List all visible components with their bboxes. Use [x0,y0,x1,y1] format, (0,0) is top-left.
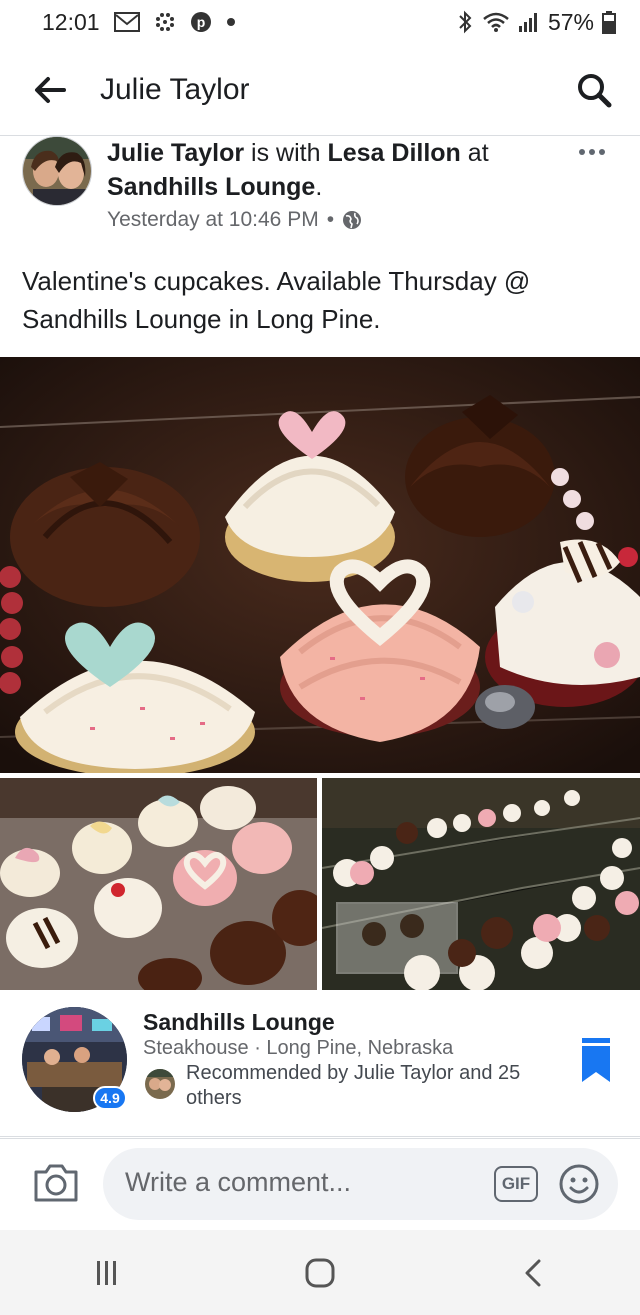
recent-apps-button[interactable] [67,1243,147,1303]
back-nav-button[interactable] [493,1243,573,1303]
post-meta: Yesterday at 10:46 PM • [107,208,362,232]
more-dot-icon [589,149,595,155]
post-photo-3[interactable] [322,778,640,990]
rating-badge: 4.9 [93,1086,127,1110]
comment-placeholder[interactable]: Write a comment... [125,1167,351,1198]
post-title: Julie Taylor is with Lesa Dillon at Sand… [107,136,557,204]
recommendation-text: Recommended by Julie Taylor and 25 other… [186,1062,521,1109]
system-nav-bar [0,1230,640,1315]
post-photo-main[interactable] [0,357,640,773]
post-photo-2[interactable] [0,778,317,990]
wifi-icon [482,11,510,33]
recent-apps-icon [96,1260,116,1285]
battery-icon [602,10,616,34]
tagged-person-link[interactable]: Lesa Dillon [327,139,460,167]
place-link[interactable]: Sandhills Lounge [107,173,315,201]
header-title: Julie Taylor [100,72,250,106]
battery-percent: 57% [547,8,594,35]
more-dot-icon [579,149,585,155]
gmail-icon [113,12,140,32]
author-avatar[interactable] [22,136,92,206]
home-button[interactable] [280,1243,360,1303]
back-button[interactable] [0,44,100,136]
chevron-left-icon [525,1259,541,1286]
pinterest-icon: p [190,11,212,33]
app-header: Julie Taylor [0,44,640,136]
emoji-button[interactable] [558,1163,600,1205]
with-text: is with [251,139,321,167]
save-place-button[interactable] [576,1036,616,1086]
meta-separator: • [326,208,335,231]
dot-icon [226,17,236,27]
status-time: 12:01 [42,8,100,35]
place-subtitle: Steakhouse · Long Pine, Nebraska [143,1037,454,1059]
home-icon [305,1258,335,1287]
title-period: . [315,173,323,201]
post-text: Valentine's cupcakes. Available Thursday… [22,266,531,334]
at-text: at [467,139,489,167]
author-link[interactable]: Julie Taylor [107,139,244,167]
svg-text:p: p [196,14,205,30]
search-icon [578,73,612,107]
post-timestamp[interactable]: Yesterday at 10:46 PM [107,208,319,232]
search-button[interactable] [548,44,640,136]
camera-icon [34,1164,78,1202]
signal-icon [518,11,540,33]
camera-button[interactable] [32,1160,80,1206]
arrow-left-icon [35,76,66,103]
bookmark-icon [582,1038,610,1082]
smiley-icon [559,1164,599,1204]
more-options-button[interactable] [572,140,612,164]
more-dot-icon [599,149,605,155]
globe-icon [343,211,362,229]
slack-icon [154,11,176,33]
status-bar: 12:01 p 57% [0,0,640,44]
recommender-avatar [145,1069,175,1099]
bluetooth-icon [456,10,474,34]
place-name[interactable]: Sandhills Lounge [143,1009,335,1036]
gif-button[interactable]: GIF [494,1166,538,1202]
